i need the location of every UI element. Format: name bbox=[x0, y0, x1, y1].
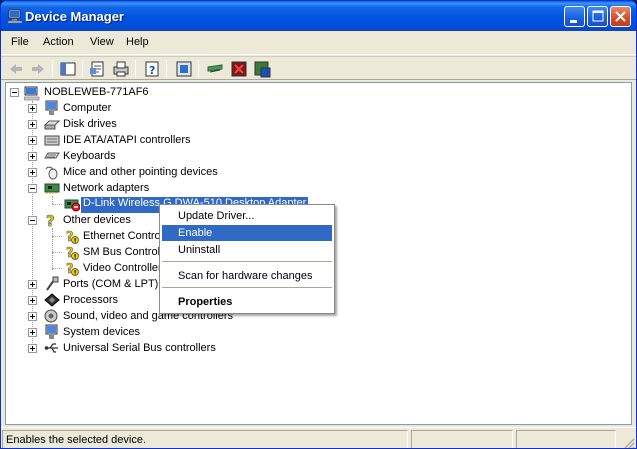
expand-keyboards-toggle[interactable] bbox=[28, 152, 37, 161]
status-pane-2 bbox=[411, 430, 513, 448]
processor-icon bbox=[44, 293, 60, 307]
print-icon[interactable] bbox=[111, 59, 131, 79]
tree-item-ide-controllers[interactable]: IDE ATA/ATAPI controllers bbox=[63, 134, 191, 150]
help-icon[interactable]: ? bbox=[142, 59, 162, 79]
toolbar: ? bbox=[1, 56, 636, 80]
title-bar[interactable]: Device Manager bbox=[1, 1, 636, 31]
system-device-icon bbox=[45, 324, 58, 339]
properties-icon[interactable] bbox=[88, 59, 108, 79]
collapse-network-adapters-toggle[interactable] bbox=[28, 184, 37, 193]
network-card-disabled-icon bbox=[64, 199, 80, 212]
warning-device-icon: ? ! bbox=[66, 246, 79, 260]
warning-device-icon: ? ! bbox=[66, 230, 79, 244]
expand-processors-toggle[interactable] bbox=[28, 296, 37, 305]
svg-text:!: ! bbox=[74, 270, 77, 277]
tree-item-ethernet-controller[interactable]: Ethernet Contro bbox=[83, 230, 161, 246]
disk-drive-icon bbox=[44, 120, 60, 130]
uninstall-icon[interactable] bbox=[229, 59, 249, 79]
tree-item-mice[interactable]: Mice and other pointing devices bbox=[63, 166, 218, 182]
menu-separator bbox=[162, 287, 332, 288]
network-adapter-icon bbox=[44, 183, 60, 194]
menu-bar: File Action View Help bbox=[1, 31, 636, 55]
expand-disk-drives-toggle[interactable] bbox=[28, 120, 37, 129]
expand-computer-toggle[interactable] bbox=[28, 104, 37, 113]
device-manager-icon bbox=[7, 9, 23, 24]
svg-text:?: ? bbox=[149, 64, 155, 77]
tree-item-keyboards[interactable]: Keyboards bbox=[63, 150, 116, 166]
expand-usb-toggle[interactable] bbox=[28, 344, 37, 353]
close-icon bbox=[615, 11, 626, 22]
menu-enable[interactable]: Enable bbox=[162, 225, 332, 241]
status-bar: Enables the selected device. bbox=[1, 427, 636, 449]
usb-icon bbox=[44, 343, 58, 353]
toolbar-separator bbox=[82, 60, 83, 78]
status-text: Enables the selected device. bbox=[6, 434, 147, 446]
minimize-button[interactable] bbox=[564, 6, 585, 27]
maximize-button[interactable] bbox=[587, 6, 608, 27]
unknown-device-icon: ? bbox=[46, 212, 55, 228]
menu-file[interactable]: File bbox=[11, 36, 29, 48]
menu-properties[interactable]: Properties bbox=[162, 294, 332, 310]
toolbar-separator bbox=[52, 60, 53, 78]
resize-grip-icon[interactable] bbox=[622, 436, 636, 449]
disable-icon[interactable] bbox=[252, 59, 272, 79]
maximize-icon bbox=[592, 10, 604, 22]
context-menu: Update Driver... Enable Uninstall Scan f… bbox=[159, 204, 335, 314]
menu-action[interactable]: Action bbox=[43, 36, 74, 48]
expand-sound-toggle[interactable] bbox=[28, 312, 37, 321]
status-pane-3 bbox=[516, 430, 616, 448]
sound-icon bbox=[44, 309, 58, 323]
toolbar-separator bbox=[166, 60, 167, 78]
menu-help[interactable]: Help bbox=[126, 36, 149, 48]
tree-item-usb-controllers[interactable]: Universal Serial Bus controllers bbox=[63, 342, 216, 358]
close-button[interactable] bbox=[610, 6, 631, 27]
tree-item-computer[interactable]: Computer bbox=[63, 102, 111, 118]
tree-item-disk-drives[interactable]: Disk drives bbox=[63, 118, 117, 134]
scan-hardware-icon[interactable] bbox=[205, 59, 225, 79]
show-hide-tree-icon[interactable] bbox=[58, 59, 78, 79]
toolbar-separator bbox=[198, 60, 199, 78]
device-manager-window: Device Manager File Action View Help ? N… bbox=[0, 0, 637, 449]
window-title: Device Manager bbox=[25, 9, 124, 24]
warning-device-icon: ? ! bbox=[66, 262, 79, 277]
tree-item-processors[interactable]: Processors bbox=[63, 294, 118, 310]
menu-update-driver[interactable]: Update Driver... bbox=[162, 208, 332, 224]
update-driver-icon[interactable] bbox=[174, 59, 194, 79]
keyboard-icon bbox=[44, 152, 60, 159]
expand-ports-toggle[interactable] bbox=[28, 280, 37, 289]
menu-scan-hardware[interactable]: Scan for hardware changes bbox=[162, 268, 332, 284]
forward-icon[interactable] bbox=[28, 59, 48, 79]
back-icon[interactable] bbox=[6, 59, 26, 79]
computer-icon bbox=[45, 100, 58, 115]
expand-system-devices-toggle[interactable] bbox=[28, 328, 37, 337]
collapse-other-devices-toggle[interactable] bbox=[28, 216, 37, 225]
mouse-icon bbox=[45, 166, 58, 180]
tree-item-sm-bus-controller[interactable]: SM Bus Controlle bbox=[83, 246, 169, 262]
tree-item-ports[interactable]: Ports (COM & LPT) bbox=[63, 278, 158, 294]
expand-ide-toggle[interactable] bbox=[28, 136, 37, 145]
tree-item-system-devices[interactable]: System devices bbox=[63, 326, 140, 342]
menu-view[interactable]: View bbox=[90, 36, 114, 48]
menu-separator bbox=[162, 261, 332, 262]
status-pane-main: Enables the selected device. bbox=[2, 430, 408, 448]
expand-mice-toggle[interactable] bbox=[28, 168, 37, 177]
port-icon bbox=[46, 276, 59, 291]
svg-text:?: ? bbox=[46, 212, 55, 228]
menu-uninstall[interactable]: Uninstall bbox=[162, 242, 332, 258]
toolbar-separator bbox=[135, 60, 136, 78]
minimize-icon bbox=[570, 20, 577, 23]
tree-item-video-controller[interactable]: Video Controller bbox=[83, 262, 162, 278]
ide-controller-icon bbox=[44, 135, 60, 146]
computer-icon bbox=[24, 86, 40, 101]
root-collapse-toggle[interactable] bbox=[10, 88, 19, 97]
